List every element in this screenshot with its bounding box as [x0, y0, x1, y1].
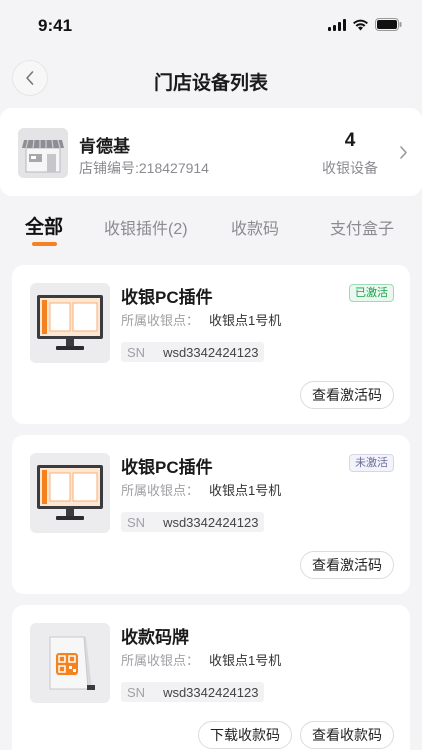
cashier-point-value: 收银点1号机 [209, 653, 282, 668]
view-activation-code-button[interactable]: 查看激活码 [300, 381, 394, 409]
status-badge: 未激活 [349, 454, 394, 472]
chevron-right-icon [400, 146, 407, 159]
device-card[interactable]: 收银PC插件 未激活 所属收银点： 收银点1号机 SN wsd3342424123 … [12, 435, 410, 594]
tab-all[interactable]: 全部 [25, 212, 63, 239]
serial-number: SN wsd3342424123 [121, 512, 265, 532]
view-payment-code-button[interactable]: 查看收款码 [300, 721, 394, 749]
cashier-point-value: 收银点1号机 [209, 313, 282, 328]
computer-icon [30, 283, 110, 363]
serial-number: SN wsd3342424123 [121, 342, 265, 362]
tab-cashier-plugin[interactable]: 收银插件(2) [104, 215, 188, 239]
serial-number: SN wsd3342424123 [121, 682, 265, 702]
device-card[interactable]: 收银PC插件 已激活 所属收银点： 收银点1号机 SN wsd3342424123 … [12, 265, 410, 424]
device-name: 收款码牌 [121, 628, 189, 647]
device-name: 收银PC插件 [121, 288, 213, 307]
status-icons [328, 18, 402, 31]
serial-value: wsd3342424123 [163, 684, 259, 700]
store-name: 肯德基 [79, 137, 130, 156]
status-time: 9:41 [38, 16, 73, 35]
device-count-label: 收银设备 [322, 160, 378, 176]
serial-value: wsd3342424123 [163, 344, 259, 360]
wifi-icon [352, 19, 369, 31]
serial-label: SN [127, 514, 146, 530]
qr-stand-icon [30, 623, 110, 703]
serial-label: SN [127, 344, 146, 360]
tab-active-indicator [32, 242, 57, 246]
cashier-point-label: 所属收银点： [121, 483, 200, 498]
serial-value: wsd3342424123 [163, 514, 259, 530]
status-badge: 已激活 [349, 284, 394, 302]
battery-icon [375, 18, 402, 31]
store-front-icon [18, 128, 68, 178]
status-bar: 9:41 [0, 0, 422, 52]
cashier-point-label: 所属收银点： [121, 653, 200, 668]
filter-tabs: 全部 收银插件(2) 收款码 支付盒子 [0, 210, 422, 254]
tab-payment-code[interactable]: 收款码 [231, 215, 279, 239]
cashier-point: 所属收银点： 收银点1号机 [121, 650, 281, 669]
computer-icon [30, 453, 110, 533]
store-id: 店铺编号:218427914 [79, 160, 209, 176]
cashier-point-value: 收银点1号机 [209, 483, 282, 498]
device-card[interactable]: 收款码牌 所属收银点： 收银点1号机 SN wsd3342424123 下载收款码 … [12, 605, 410, 750]
cashier-point: 所属收银点： 收银点1号机 [121, 480, 281, 499]
serial-label: SN [127, 684, 146, 700]
view-activation-code-button[interactable]: 查看激活码 [300, 551, 394, 579]
device-name: 收银PC插件 [121, 458, 213, 477]
cellular-signal-icon [328, 18, 346, 31]
tab-payment-box[interactable]: 支付盒子 [330, 215, 394, 239]
nav-bar: 门店设备列表 [0, 58, 422, 104]
download-payment-code-button[interactable]: 下载收款码 [198, 721, 292, 749]
page-title: 门店设备列表 [153, 73, 268, 94]
cashier-point: 所属收银点： 收银点1号机 [121, 310, 281, 329]
cashier-point-label: 所属收银点： [121, 313, 200, 328]
device-count: 4 [344, 130, 356, 151]
store-card[interactable]: 肯德基 店铺编号:218427914 4 收银设备 [0, 108, 422, 196]
